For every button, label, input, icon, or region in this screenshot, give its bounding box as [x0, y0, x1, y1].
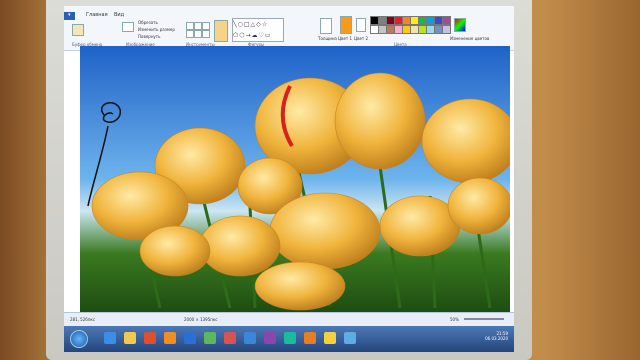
app-icon[interactable]	[284, 332, 296, 344]
explorer-icon[interactable]	[124, 332, 136, 344]
magnifier-icon[interactable]	[202, 30, 210, 38]
brush-icon[interactable]	[214, 20, 228, 42]
color2-icon[interactable]	[356, 18, 366, 32]
app-icon[interactable]	[304, 332, 316, 344]
ie-icon[interactable]	[104, 332, 116, 344]
paint-icon[interactable]	[324, 332, 336, 344]
tab-view[interactable]: Вид	[110, 12, 128, 20]
zoom-level: 50%	[450, 317, 459, 322]
color2-label[interactable]: Цвет 2	[354, 36, 368, 41]
edit-colors-icon[interactable]	[454, 18, 466, 32]
rotate-item[interactable]: Повернуть	[138, 34, 160, 39]
text-icon[interactable]	[202, 22, 210, 30]
edit-colors-label[interactable]: Изменение цветов	[450, 36, 489, 41]
zoom-slider[interactable]	[464, 318, 504, 320]
canvas-photo[interactable]	[80, 46, 510, 312]
picker-icon[interactable]	[194, 30, 202, 38]
clock-date: 06.03.2020	[485, 336, 508, 341]
shapes-gallery[interactable]: ╲○□△◇☆ ⬠⬡→☁♡▭	[232, 18, 284, 42]
status-bar: 281, 526пкс 2000 × 1395пкс 50%	[64, 312, 514, 327]
color1-label[interactable]: Цвет 1	[338, 36, 352, 41]
file-tab[interactable]: ▾	[64, 12, 75, 20]
app-icon[interactable]	[224, 332, 236, 344]
fill-icon[interactable]	[194, 22, 202, 30]
word-icon[interactable]	[184, 332, 196, 344]
resize-item[interactable]: Изменить размер	[138, 27, 175, 32]
taskbar: 21:59 06.03.2020	[64, 326, 514, 352]
pencil-icon[interactable]	[186, 22, 194, 30]
tab-home[interactable]: Главная	[82, 12, 112, 20]
app-icon[interactable]	[244, 332, 256, 344]
color1-icon[interactable]	[340, 16, 352, 34]
firefox-icon[interactable]	[164, 332, 176, 344]
app-icon[interactable]	[264, 332, 276, 344]
color-palette	[370, 16, 451, 36]
start-button[interactable]	[70, 330, 88, 348]
image-size: 2000 × 1395пкс	[184, 317, 218, 322]
color-swatch[interactable]	[442, 16, 451, 25]
clock[interactable]: 21:59 06.03.2020	[485, 331, 508, 341]
crop-item[interactable]: Обрезать	[138, 20, 158, 25]
select-icon[interactable]	[122, 22, 134, 32]
tulips-image	[80, 46, 510, 312]
cursor-position: 281, 526пкс	[70, 317, 96, 322]
size-icon[interactable]	[320, 18, 332, 34]
paste-icon[interactable]	[72, 24, 84, 36]
app-icon[interactable]	[204, 332, 216, 344]
media-icon[interactable]	[144, 332, 156, 344]
eraser-icon[interactable]	[186, 30, 194, 38]
ribbon: ▾ Главная Вид Буфер обмена Обрезать Изме…	[64, 6, 514, 51]
app-icon[interactable]	[344, 332, 356, 344]
color-swatch[interactable]	[442, 25, 451, 34]
paint-window: ▾ Главная Вид Буфер обмена Обрезать Изме…	[64, 6, 514, 352]
size-label[interactable]: Толщина	[318, 36, 337, 41]
